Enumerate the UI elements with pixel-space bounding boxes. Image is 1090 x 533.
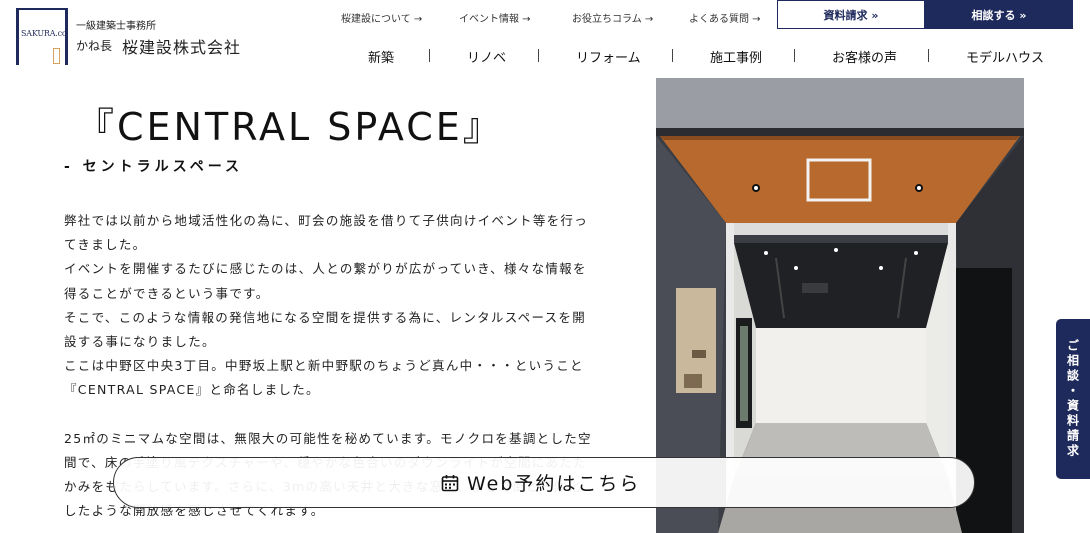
logo-subtitle: 一級建築士事務所 bbox=[76, 21, 156, 32]
logo-bar-top bbox=[16, 8, 68, 10]
nav-divider bbox=[538, 49, 539, 62]
logo-wordmark: SAKURA.co bbox=[21, 29, 67, 38]
logo-bar-left bbox=[16, 8, 19, 65]
side-consult-tab[interactable]: ご相談・資料請求 bbox=[1056, 319, 1090, 479]
nav-divider bbox=[794, 49, 795, 62]
nav-divider bbox=[928, 49, 929, 62]
nav-item-new-build[interactable]: 新築 bbox=[368, 47, 394, 66]
main-nav: 新築 リノベ リフォーム 施工事例 お客様の声 モデルハウス bbox=[356, 47, 1056, 66]
paragraph: そこで、このような情報の発信地になる空間を提供する為に、レンタルスペースを開設す… bbox=[64, 309, 587, 350]
nav-item-works[interactable]: 施工事例 bbox=[710, 47, 762, 66]
calendar-icon bbox=[441, 474, 459, 491]
top-link-faq[interactable]: よくある質問 → bbox=[689, 10, 761, 25]
nav-item-renovation[interactable]: リノベ bbox=[467, 47, 506, 66]
nav-divider bbox=[429, 49, 430, 62]
logo-kane: かね長 bbox=[76, 39, 113, 53]
page-subtitle: - セントラルスペース bbox=[64, 159, 244, 175]
web-booking-button[interactable]: Web予約はこちら bbox=[113, 457, 975, 508]
side-tab-label: ご相談・資料請求 bbox=[1065, 339, 1080, 459]
paragraph: イベントを開催するたびに感じたのは、人との繋がりが広がっていき、様々な情報を得る… bbox=[64, 261, 587, 301]
page-title: 『CENTRAL SPACE』 bbox=[76, 105, 504, 149]
nav-item-reform[interactable]: リフォーム bbox=[576, 47, 641, 66]
logo-mark[interactable]: SAKURA.co bbox=[16, 8, 68, 65]
logo-stamp-icon bbox=[53, 48, 60, 64]
paragraph: ここは中野区中央3丁目。中野坂上駅と新中野駅のちょうど真ん中・・・ということ『C… bbox=[64, 358, 584, 398]
web-booking-label: Web予約はこちら bbox=[467, 473, 641, 495]
consult-button[interactable]: 相談する » bbox=[925, 0, 1073, 29]
top-link-column[interactable]: お役立ちコラム → bbox=[572, 10, 653, 25]
nav-item-voices[interactable]: お客様の声 bbox=[832, 47, 897, 66]
company-name[interactable]: 桜建設株式会社 bbox=[122, 34, 241, 58]
nav-item-model-house[interactable]: モデルハウス bbox=[966, 47, 1044, 66]
top-link-about[interactable]: 桜建設について → bbox=[341, 10, 422, 25]
nav-divider bbox=[672, 49, 673, 62]
paragraph: 弊社では以前から地域活性化の為に、町会の施設を借りて子供向けイベント等を行ってき… bbox=[64, 213, 589, 253]
top-link-events[interactable]: イベント情報 → bbox=[459, 10, 531, 25]
doc-request-button[interactable]: 資料請求 » bbox=[777, 0, 925, 29]
